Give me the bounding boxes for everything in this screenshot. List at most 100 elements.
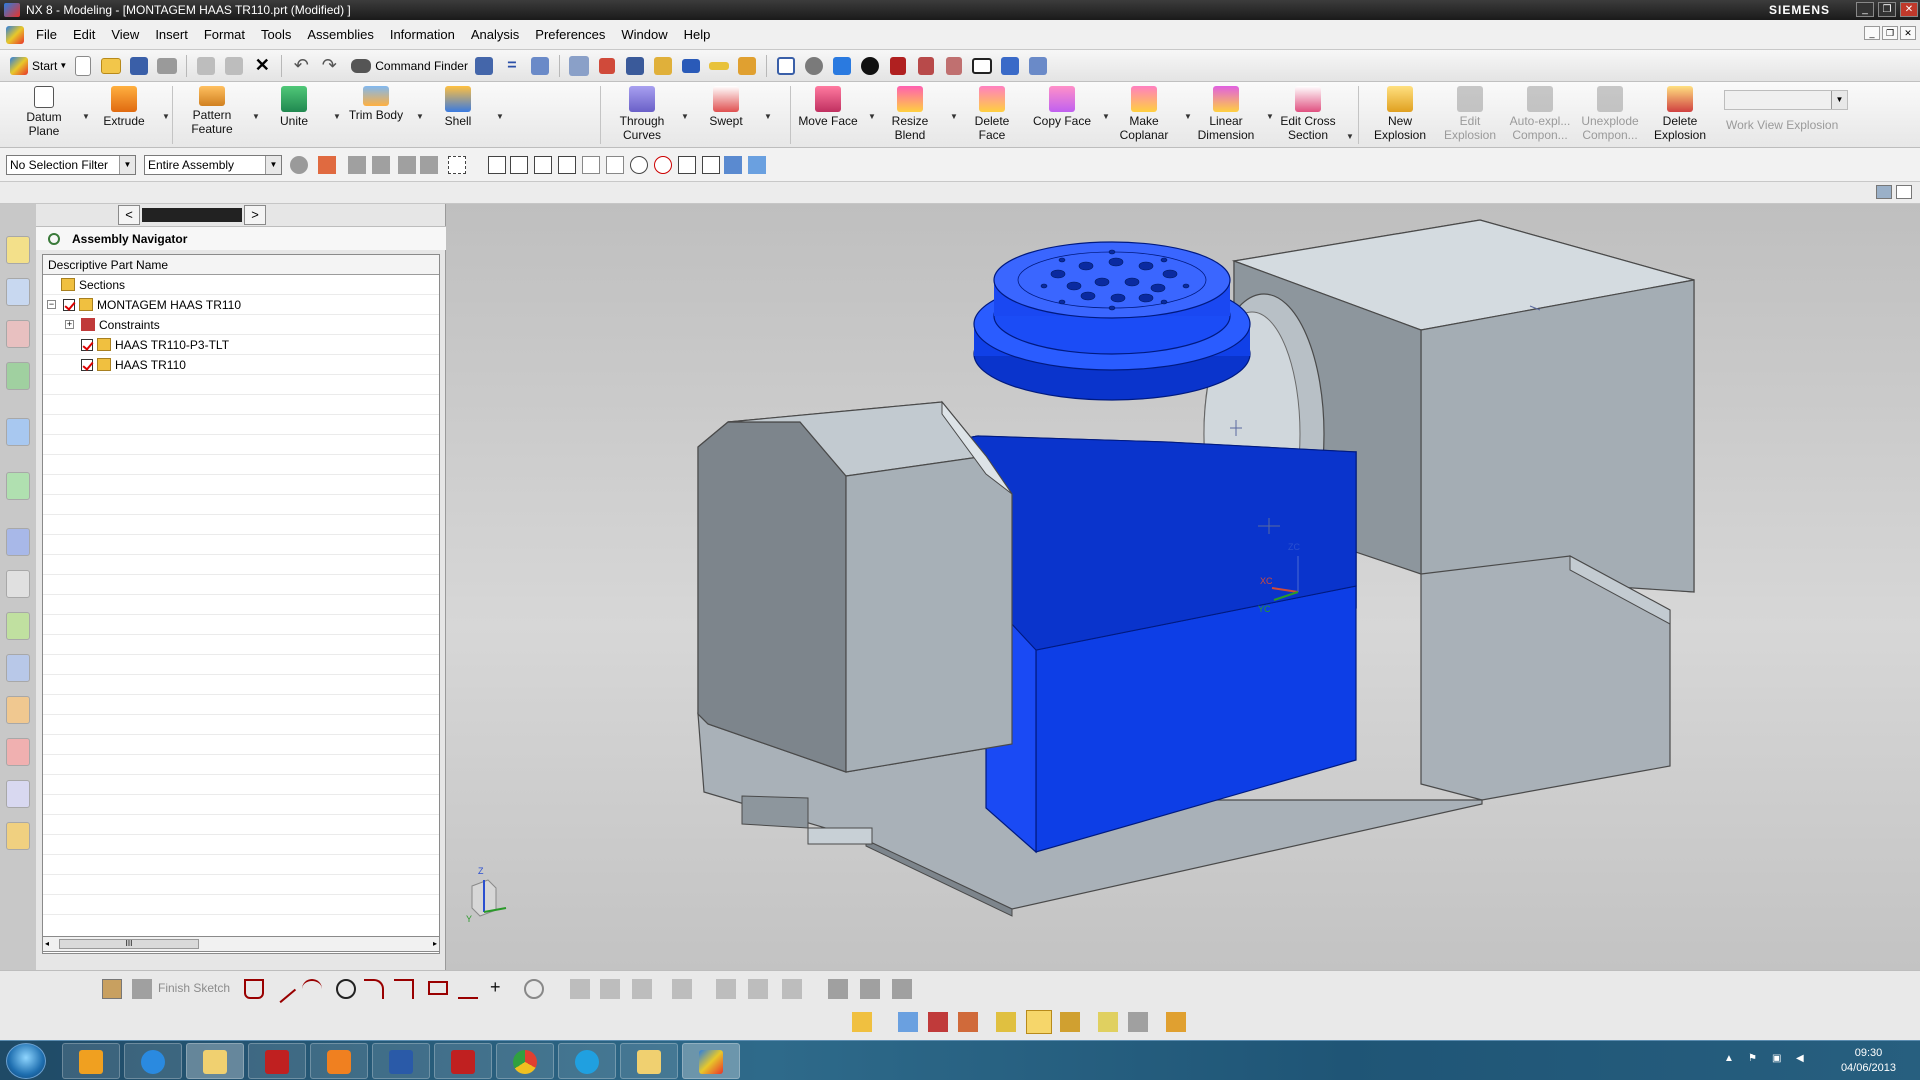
undo-button[interactable]: ↶ xyxy=(289,54,313,78)
menu-tools[interactable]: Tools xyxy=(253,27,299,42)
swept-button[interactable]: Swept xyxy=(688,86,764,128)
quadrant-point-icon[interactable] xyxy=(654,156,672,174)
history-icon[interactable] xyxy=(6,528,30,556)
move-component-icon[interactable] xyxy=(898,1012,918,1032)
taskbar-media-player[interactable] xyxy=(310,1043,368,1079)
taskbar-nx[interactable] xyxy=(682,1043,740,1079)
resize-blend-button[interactable]: Resize Blend xyxy=(872,86,948,142)
feature-selection-icon[interactable] xyxy=(420,156,438,174)
component-pattern-icon[interactable] xyxy=(1060,1012,1080,1032)
work-view-explosion-dropdown[interactable]: ▼ xyxy=(1724,90,1848,110)
delete-face-button[interactable]: Delete Face xyxy=(954,86,1030,142)
taskbar-outlook[interactable] xyxy=(62,1043,120,1079)
wave-button[interactable] xyxy=(998,54,1022,78)
fillet-icon[interactable] xyxy=(364,979,384,999)
taskbar-dwg-viewer[interactable] xyxy=(248,1043,306,1079)
snap-point-icon[interactable] xyxy=(488,156,506,174)
exploded-views-icon[interactable] xyxy=(1026,1010,1052,1034)
web-browser-icon[interactable] xyxy=(6,472,30,500)
taskbar-chrome[interactable] xyxy=(496,1043,554,1079)
transform-button[interactable] xyxy=(623,54,647,78)
bounded-grid-point-icon[interactable] xyxy=(724,156,742,174)
mid-point-icon[interactable] xyxy=(558,156,576,174)
measure-button[interactable] xyxy=(707,54,731,78)
quick-extend-icon[interactable] xyxy=(600,979,620,999)
process-studio-icon[interactable] xyxy=(6,612,30,640)
command-finder-button[interactable]: Command Finder xyxy=(351,54,468,78)
nav-next-arrow[interactable]: > xyxy=(244,205,266,225)
scroll-right-arrow[interactable]: ▸ xyxy=(433,939,437,948)
tree-row-constraints[interactable]: + Constraints xyxy=(43,315,439,335)
copy-face-button[interactable]: Copy Face xyxy=(1024,86,1100,128)
clipping-button[interactable] xyxy=(914,54,938,78)
relations-browser-icon[interactable] xyxy=(892,979,912,999)
system-clock[interactable]: 09:30 04/06/2013 xyxy=(1841,1046,1896,1076)
show-constraints-icon[interactable] xyxy=(828,979,848,999)
arc-icon[interactable] xyxy=(302,979,322,999)
menu-help[interactable]: Help xyxy=(676,27,719,42)
rectangle-icon[interactable] xyxy=(428,981,448,995)
taskbar-internet-explorer[interactable] xyxy=(124,1043,182,1079)
tree-row-sections[interactable]: Sections xyxy=(43,275,439,295)
system-materials-icon[interactable] xyxy=(6,570,30,598)
tree-row-component[interactable]: HAAS TR110-P3-TLT xyxy=(43,335,439,355)
show-hidden-icons-icon[interactable]: ▲ xyxy=(1724,1053,1738,1067)
mirror-assembly-icon[interactable] xyxy=(996,1012,1016,1032)
manufacturing-wizards-icon[interactable] xyxy=(6,654,30,682)
taskbar-skype[interactable] xyxy=(558,1043,616,1079)
arc-center-icon[interactable] xyxy=(630,156,648,174)
delete-explosion-button[interactable]: Delete Explosion xyxy=(1642,86,1718,142)
menu-edit[interactable]: Edit xyxy=(65,27,103,42)
rectangle-selection-icon[interactable] xyxy=(448,156,466,174)
taskbar-folder[interactable] xyxy=(620,1043,678,1079)
volume-icon[interactable]: ◀ xyxy=(1796,1053,1810,1067)
make-coplanar-button[interactable]: Make Coplanar xyxy=(1106,86,1182,142)
show-hide-icon[interactable] xyxy=(748,156,766,174)
scroll-left-arrow[interactable]: ◂ xyxy=(45,939,49,948)
taskbar-pdf-reader[interactable] xyxy=(434,1043,492,1079)
open-button[interactable] xyxy=(99,54,123,78)
rotate-button[interactable] xyxy=(802,54,826,78)
existing-point-icon[interactable] xyxy=(510,156,528,174)
datum-plane-button[interactable]: Datum Plane xyxy=(6,86,82,138)
background-button[interactable] xyxy=(970,54,994,78)
assembly-cut-icon[interactable] xyxy=(1166,1012,1186,1032)
menu-assemblies[interactable]: Assemblies xyxy=(299,27,381,42)
finish-sketch-label[interactable]: Finish Sketch xyxy=(158,981,230,995)
add-component-icon[interactable] xyxy=(852,1012,872,1032)
pattern-feature-button[interactable]: Pattern Feature xyxy=(174,86,250,136)
menu-analysis[interactable]: Analysis xyxy=(463,27,527,42)
visibility-checkbox[interactable] xyxy=(63,299,75,311)
trim-body-button[interactable]: Trim Body xyxy=(338,86,414,122)
auto-explode-components-button[interactable]: Auto-expl... Compon... xyxy=(1502,86,1578,142)
edit-object-button[interactable] xyxy=(651,54,675,78)
move-face-button[interactable]: Move Face xyxy=(790,86,866,128)
nx-menu-icon[interactable] xyxy=(6,25,24,44)
column-header[interactable]: Descriptive Part Name xyxy=(43,255,439,275)
graphics-viewport[interactable]: Z Y ZC XC YC xyxy=(446,204,1920,970)
horizontal-scrollbar[interactable]: ◂ III ▸ xyxy=(42,936,440,952)
shaded-button[interactable] xyxy=(830,54,854,78)
type-filter-icon[interactable] xyxy=(318,156,336,174)
section-view-button[interactable] xyxy=(886,54,910,78)
doc-restore-button[interactable]: ❐ xyxy=(1882,26,1898,40)
hd3d-tools-icon[interactable] xyxy=(6,418,30,446)
taskbar-app-snowflake[interactable] xyxy=(372,1043,430,1079)
reuse-library-icon[interactable] xyxy=(6,362,30,390)
pin-icon[interactable] xyxy=(48,233,60,245)
restore-layout-icon[interactable] xyxy=(1896,185,1912,199)
menu-file[interactable]: File xyxy=(28,27,65,42)
mirror-curve-icon[interactable] xyxy=(716,979,736,999)
palette-icon[interactable] xyxy=(6,780,30,808)
selection-scope-dropdown[interactable]: Entire Assembly ▼ xyxy=(144,155,282,175)
doc-close-button[interactable]: ✕ xyxy=(1900,26,1916,40)
layer-button[interactable] xyxy=(567,54,591,78)
polygon-icon[interactable] xyxy=(458,979,478,999)
intersection-point-icon[interactable] xyxy=(606,156,624,174)
copy-button[interactable] xyxy=(222,54,246,78)
rotary-table-platter[interactable] xyxy=(973,241,1251,401)
edit-explosion-button[interactable]: Edit Explosion xyxy=(1432,86,1508,142)
new-explosion-button[interactable]: New Explosion xyxy=(1362,86,1438,142)
control-point-icon[interactable] xyxy=(582,156,600,174)
part-navigator-icon[interactable] xyxy=(6,320,30,348)
